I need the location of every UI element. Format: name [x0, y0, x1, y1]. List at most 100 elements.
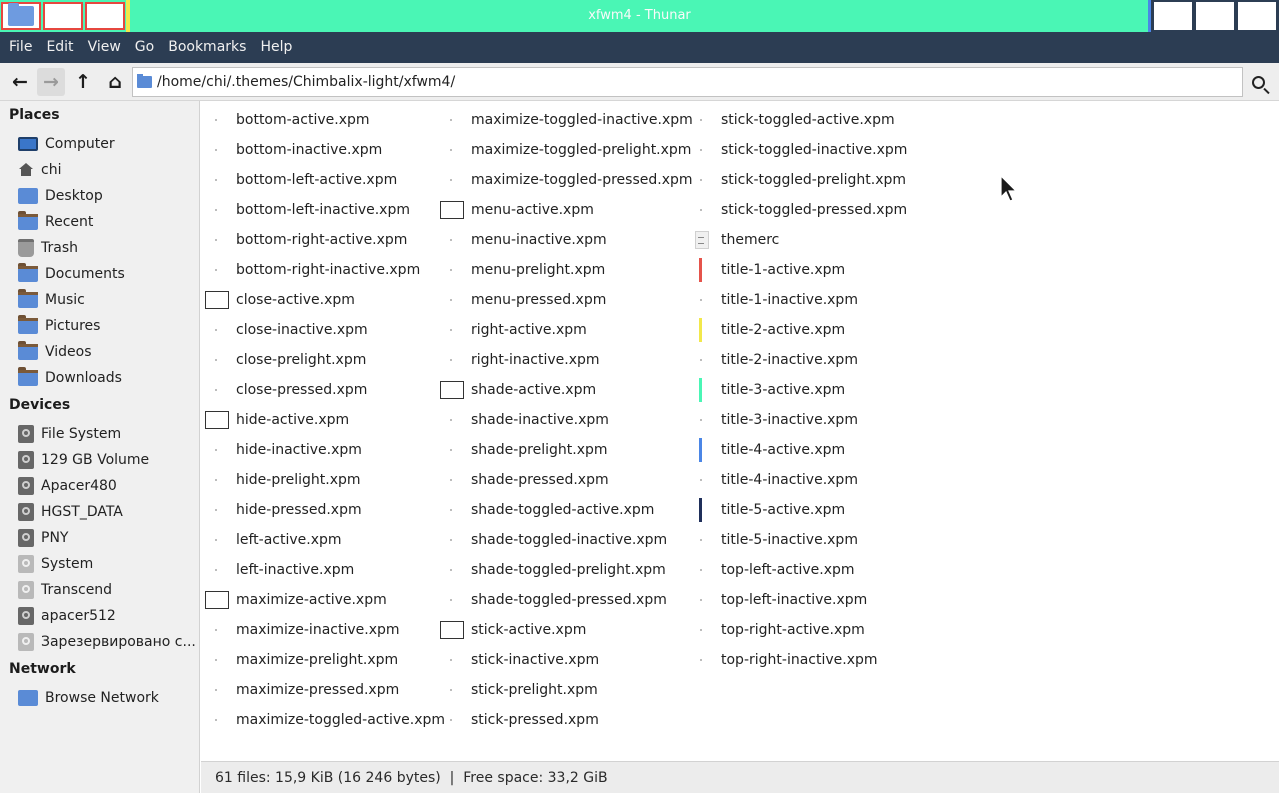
menu-bookmarks[interactable]: Bookmarks [161, 32, 253, 63]
file-item[interactable]: hide-inactive.xpm [205, 437, 362, 463]
file-item[interactable]: title-5-active.xpm [690, 497, 845, 523]
maximize-button[interactable] [1196, 2, 1234, 30]
file-item[interactable]: title-3-active.xpm [690, 377, 845, 403]
file-item[interactable]: stick-pressed.xpm [440, 707, 599, 733]
file-item[interactable]: top-left-inactive.xpm [690, 587, 867, 613]
file-item[interactable]: shade-prelight.xpm [440, 437, 608, 463]
sidebar-item-videos[interactable]: Videos [18, 340, 198, 364]
sidebar-item-reserved[interactable]: Зарезервировано с... [18, 630, 198, 654]
file-item[interactable]: left-inactive.xpm [205, 557, 354, 583]
sidebar-item-trash[interactable]: Trash [18, 236, 198, 260]
file-item[interactable]: stick-toggled-pressed.xpm [690, 197, 907, 223]
sidebar-item-pny[interactable]: PNY [18, 526, 198, 550]
file-item[interactable]: themerc [690, 227, 779, 253]
file-item[interactable]: shade-toggled-pressed.xpm [440, 587, 667, 613]
up-button[interactable]: ↑ [69, 68, 97, 96]
sidebar-item-computer[interactable]: Computer [18, 132, 198, 156]
shade-button[interactable] [85, 2, 125, 30]
file-item[interactable]: title-1-inactive.xpm [690, 287, 858, 313]
sidebar-item-hgst-data[interactable]: HGST_DATA [18, 500, 198, 524]
file-item[interactable]: title-2-active.xpm [690, 317, 845, 343]
file-item[interactable]: title-2-inactive.xpm [690, 347, 858, 373]
file-item[interactable]: close-active.xpm [205, 287, 355, 313]
file-item[interactable]: stick-toggled-inactive.xpm [690, 137, 907, 163]
sidebar-item-downloads[interactable]: Downloads [18, 366, 198, 390]
file-item[interactable]: close-pressed.xpm [205, 377, 367, 403]
file-item[interactable]: right-active.xpm [440, 317, 587, 343]
file-item[interactable]: stick-toggled-active.xpm [690, 107, 895, 133]
sidebar-item-documents[interactable]: Documents [18, 262, 198, 286]
file-item[interactable]: bottom-right-active.xpm [205, 227, 407, 253]
file-item[interactable]: maximize-prelight.xpm [205, 647, 398, 673]
sidebar-item-pictures[interactable]: Pictures [18, 314, 198, 338]
file-item[interactable]: top-right-active.xpm [690, 617, 865, 643]
file-item[interactable]: shade-toggled-inactive.xpm [440, 527, 667, 553]
file-item[interactable]: shade-inactive.xpm [440, 407, 609, 433]
file-item[interactable]: shade-toggled-active.xpm [440, 497, 654, 523]
file-item[interactable]: hide-pressed.xpm [205, 497, 362, 523]
file-item[interactable]: stick-toggled-prelight.xpm [690, 167, 906, 193]
menu-go[interactable]: Go [128, 32, 161, 63]
file-item[interactable]: bottom-right-inactive.xpm [205, 257, 420, 283]
sidebar-item-apacer512[interactable]: apacer512 [18, 604, 198, 628]
file-item[interactable]: right-inactive.xpm [440, 347, 600, 373]
sidebar-item-apacer480[interactable]: Apacer480 [18, 474, 198, 498]
sidebar-item-browse-network[interactable]: Browse Network [18, 686, 198, 710]
sidebar-item-music[interactable]: Music [18, 288, 198, 312]
file-item[interactable]: title-4-inactive.xpm [690, 467, 858, 493]
sidebar-item-system[interactable]: System [18, 552, 198, 576]
file-item[interactable]: maximize-toggled-active.xpm [205, 707, 445, 733]
file-item[interactable]: bottom-inactive.xpm [205, 137, 382, 163]
file-view[interactable]: bottom-active.xpm bottom-inactive.xpm bott… [201, 101, 1279, 761]
file-item[interactable]: maximize-toggled-inactive.xpm [440, 107, 693, 133]
home-button[interactable]: ⌂ [101, 68, 129, 96]
menu-view[interactable]: View [81, 32, 128, 63]
file-item[interactable]: bottom-left-active.xpm [205, 167, 397, 193]
file-item[interactable]: top-left-active.xpm [690, 557, 855, 583]
menu-file[interactable]: File [2, 32, 39, 63]
location-bar[interactable]: /home/chi/.themes/Chimbalix-light/xfwm4/ [132, 67, 1243, 97]
file-item[interactable]: title-1-active.xpm [690, 257, 845, 283]
file-item[interactable]: shade-active.xpm [440, 377, 596, 403]
search-button[interactable] [1244, 68, 1272, 96]
file-item[interactable]: menu-pressed.xpm [440, 287, 606, 313]
file-item[interactable]: shade-pressed.xpm [440, 467, 609, 493]
stick-button[interactable] [43, 2, 83, 30]
file-item[interactable]: shade-toggled-prelight.xpm [440, 557, 666, 583]
menu-help[interactable]: Help [253, 32, 299, 63]
sidebar-item-129gb-volume[interactable]: 129 GB Volume [18, 448, 198, 472]
sidebar-item-home[interactable]: chi [18, 158, 198, 182]
forward-button[interactable]: → [37, 68, 65, 96]
file-item[interactable]: hide-active.xpm [205, 407, 349, 433]
file-item[interactable]: close-inactive.xpm [205, 317, 368, 343]
close-button[interactable] [1238, 2, 1276, 30]
file-item[interactable]: stick-inactive.xpm [440, 647, 599, 673]
back-button[interactable]: ← [6, 68, 34, 96]
file-item[interactable]: menu-inactive.xpm [440, 227, 607, 253]
file-item[interactable]: bottom-left-inactive.xpm [205, 197, 410, 223]
file-item[interactable]: menu-active.xpm [440, 197, 594, 223]
sidebar-item-transcend[interactable]: Transcend [18, 578, 198, 602]
sidebar-item-desktop[interactable]: Desktop [18, 184, 198, 208]
sidebar-item-recent[interactable]: Recent [18, 210, 198, 234]
window-titlebar[interactable]: xfwm4 - Thunar [0, 0, 1279, 32]
window-menu-button[interactable] [1, 2, 41, 30]
file-item[interactable]: maximize-toggled-prelight.xpm [440, 137, 691, 163]
file-item[interactable]: maximize-pressed.xpm [205, 677, 399, 703]
menu-edit[interactable]: Edit [39, 32, 80, 63]
file-item[interactable]: title-3-inactive.xpm [690, 407, 858, 433]
file-item[interactable]: hide-prelight.xpm [205, 467, 361, 493]
minimize-button[interactable] [1154, 2, 1192, 30]
file-item[interactable]: top-right-inactive.xpm [690, 647, 878, 673]
file-item[interactable]: stick-prelight.xpm [440, 677, 598, 703]
sidebar-item-file-system[interactable]: File System [18, 422, 198, 446]
file-item[interactable]: left-active.xpm [205, 527, 342, 553]
file-item[interactable]: maximize-active.xpm [205, 587, 387, 613]
file-item[interactable]: title-4-active.xpm [690, 437, 845, 463]
file-item[interactable]: maximize-toggled-pressed.xpm [440, 167, 693, 193]
file-item[interactable]: menu-prelight.xpm [440, 257, 605, 283]
file-item[interactable]: bottom-active.xpm [205, 107, 370, 133]
file-item[interactable]: maximize-inactive.xpm [205, 617, 400, 643]
file-item[interactable]: title-5-inactive.xpm [690, 527, 858, 553]
file-item[interactable]: close-prelight.xpm [205, 347, 366, 373]
